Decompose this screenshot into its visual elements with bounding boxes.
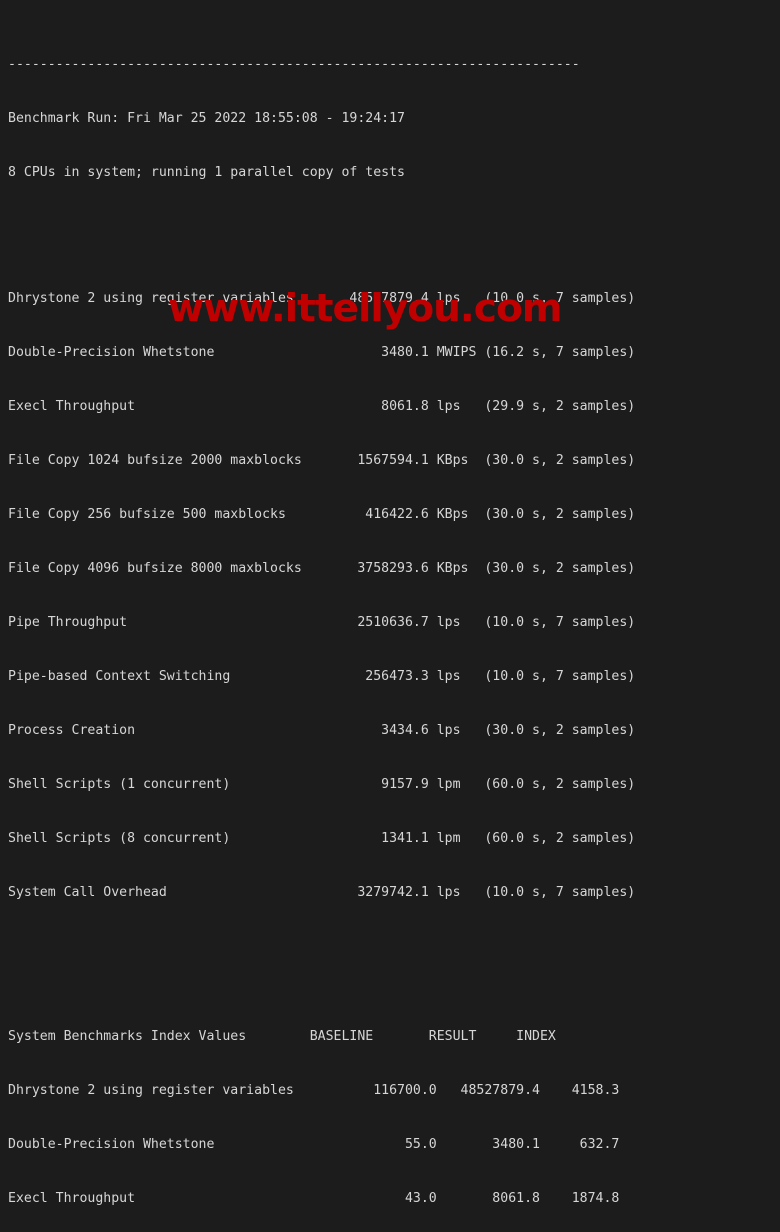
raw-result-row: File Copy 1024 bufsize 2000 maxblocks 15… (8, 453, 636, 468)
raw-result-row: Execl Throughput 8061.8 lps (29.9 s, 2 s… (8, 399, 636, 414)
raw-result-row: Double-Precision Whetstone 3480.1 MWIPS … (8, 345, 636, 360)
raw-result-row: File Copy 256 bufsize 500 maxblocks 4164… (8, 507, 636, 522)
index-row: Double-Precision Whetstone 55.0 3480.1 6… (8, 1137, 620, 1152)
raw-result-row: Pipe Throughput 2510636.7 lps (10.0 s, 7… (8, 615, 636, 630)
raw-result-row: Shell Scripts (1 concurrent) 9157.9 lpm … (8, 777, 636, 792)
terminal-window: ----------------------------------------… (0, 0, 780, 1206)
raw-result-row: Dhrystone 2 using register variables 485… (8, 291, 636, 306)
benchmark-run-line: Benchmark Run: Fri Mar 25 2022 18:55:08 … (8, 111, 405, 126)
cpu-info-line: 8 CPUs in system; running 1 parallel cop… (8, 165, 405, 180)
terminal-output: ----------------------------------------… (8, 2, 635, 1232)
raw-result-row: Shell Scripts (8 concurrent) 1341.1 lpm … (8, 831, 636, 846)
index-table-header: System Benchmarks Index Values BASELINE … (8, 1029, 556, 1044)
index-row: Execl Throughput 43.0 8061.8 1874.8 (8, 1191, 620, 1206)
raw-result-row: System Call Overhead 3279742.1 lps (10.0… (8, 885, 636, 900)
divider-top: ----------------------------------------… (8, 57, 580, 72)
raw-result-row: Pipe-based Context Switching 256473.3 lp… (8, 669, 636, 684)
index-row: Dhrystone 2 using register variables 116… (8, 1083, 620, 1098)
raw-result-row: File Copy 4096 bufsize 8000 maxblocks 37… (8, 561, 636, 576)
raw-result-row: Process Creation 3434.6 lps (30.0 s, 2 s… (8, 723, 636, 738)
